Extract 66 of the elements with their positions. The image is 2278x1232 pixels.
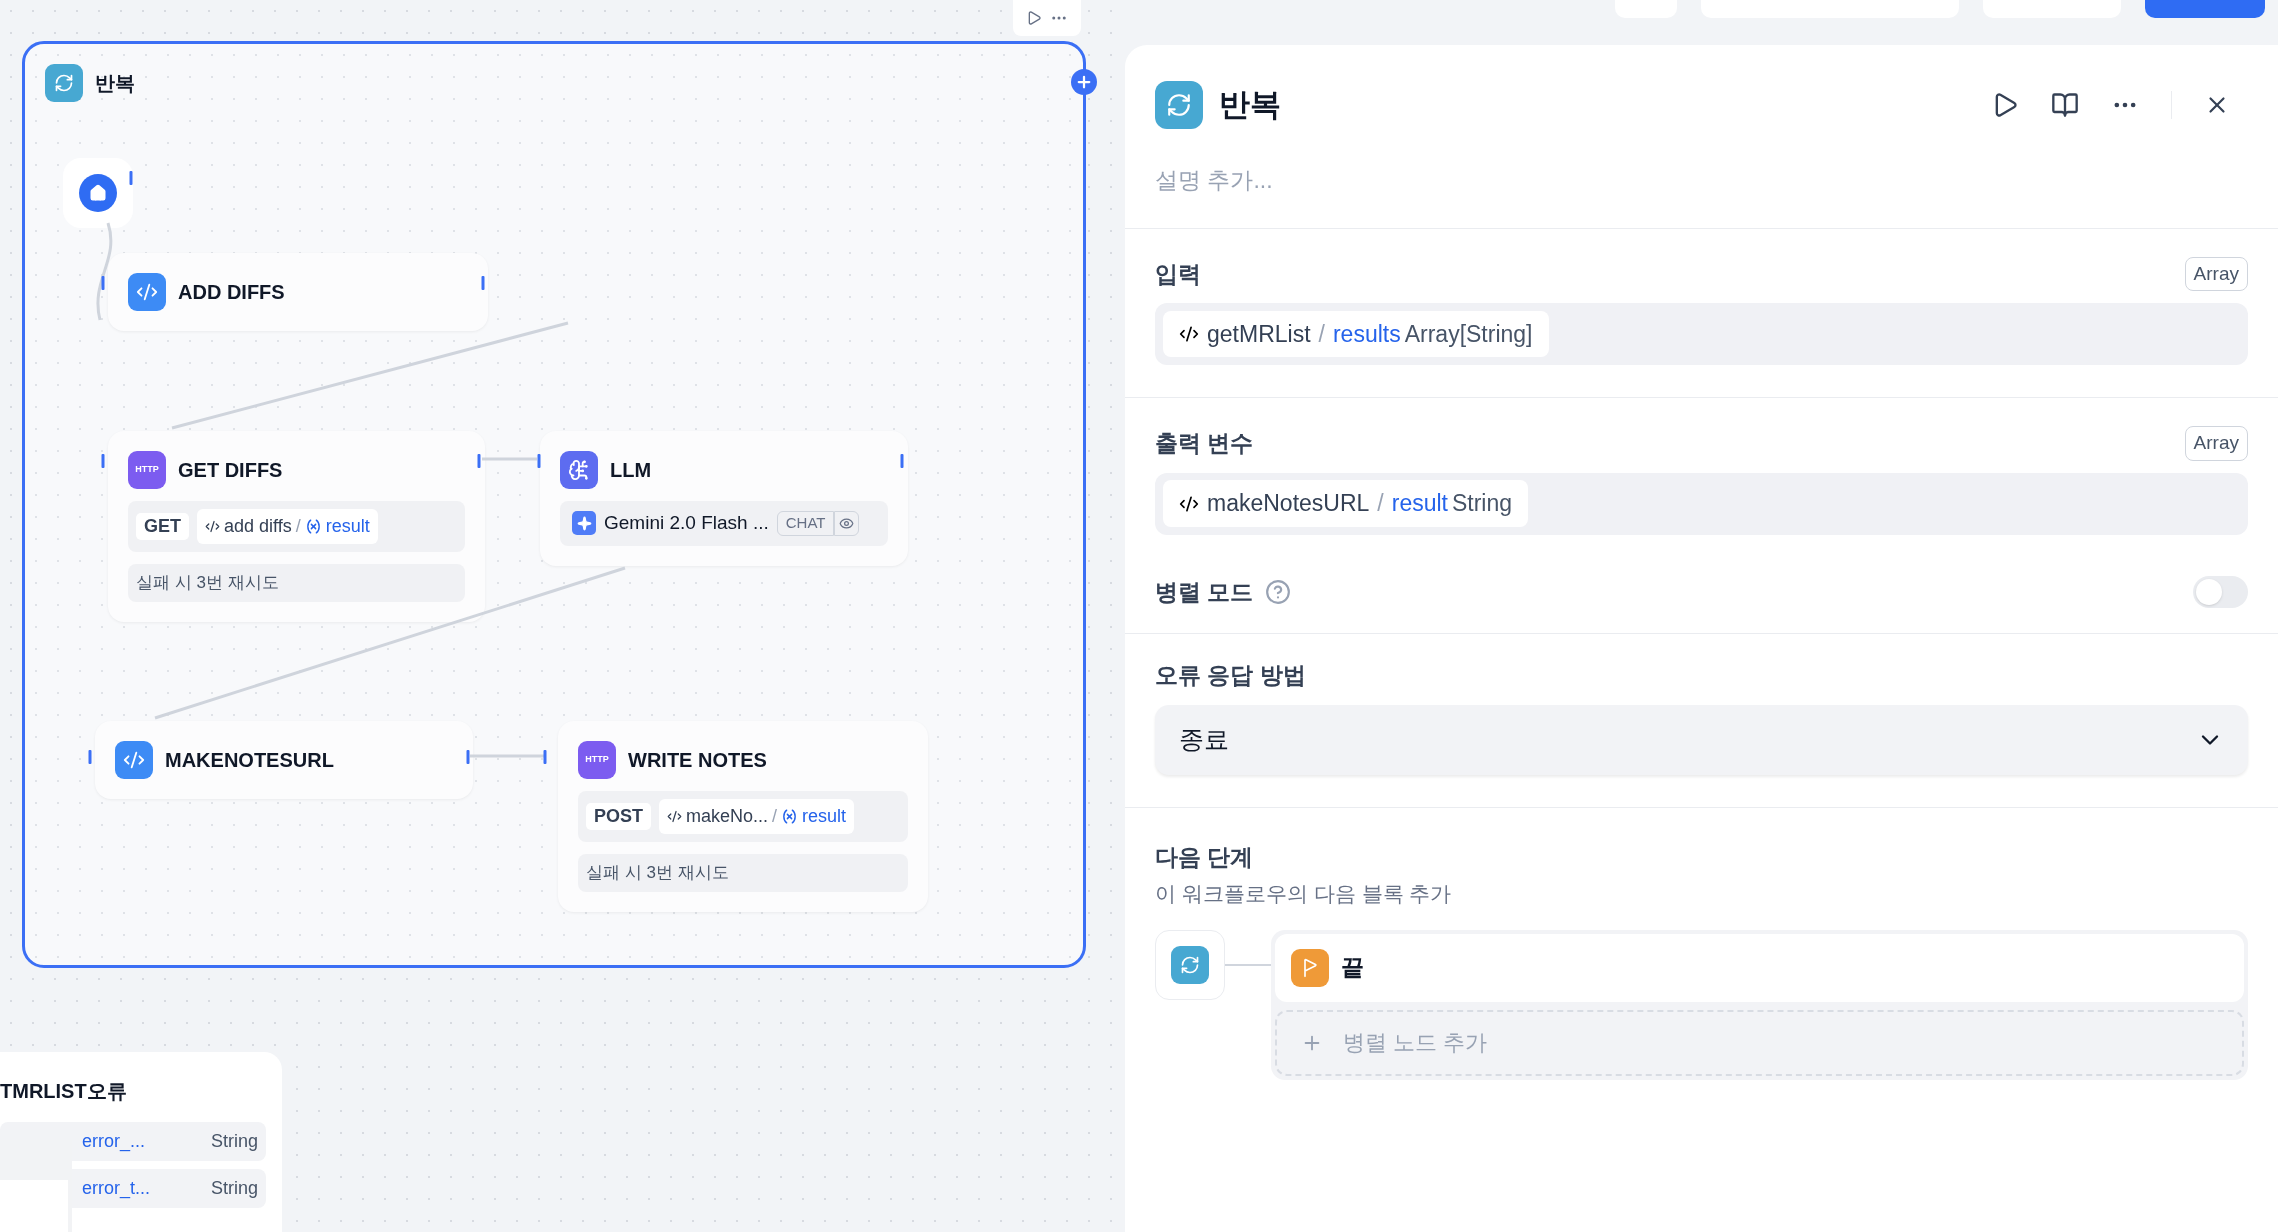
loop-icon	[1171, 945, 1209, 984]
section-subtitle: 이 워크플로우의 다음 블록 추가	[1155, 881, 1453, 907]
help-icon[interactable]	[1265, 578, 1292, 605]
book-icon[interactable]	[2051, 91, 2079, 119]
variable-icon	[781, 808, 799, 825]
add-handle-icon[interactable]	[1071, 69, 1097, 95]
code-icon	[667, 809, 682, 824]
type-tag: Array	[2184, 426, 2248, 461]
workflow-node[interactable]: LLM Gemini 2.0 Flash ... CHAT	[540, 431, 908, 566]
select-field[interactable]: 종료	[1155, 704, 2248, 775]
code-icon	[128, 273, 166, 311]
toggle-switch[interactable]	[2193, 575, 2248, 608]
workflow-node[interactable]: ADD DIFFS	[108, 253, 488, 331]
output-type: String	[210, 1130, 258, 1153]
node-title: WRITE NOTES	[628, 748, 767, 773]
play-icon[interactable]	[1026, 10, 1042, 26]
panel-title: 반복	[1219, 85, 1281, 124]
section-label: 출력 변수	[1155, 429, 1254, 458]
variable-chip: makeNotesURL / result String	[1163, 480, 1529, 527]
flag-icon	[1291, 948, 1329, 987]
model-name: Gemini 2.0 Flash ...	[604, 511, 769, 535]
home-icon	[79, 174, 117, 212]
loop-icon	[45, 64, 83, 102]
section-label: 오류 응답 방법	[1155, 662, 1306, 688]
node-title: ADD DIFFS	[178, 280, 285, 305]
code-icon	[1179, 324, 1199, 344]
section-label: 병렬 모드	[1155, 577, 1254, 607]
variable-icon	[304, 518, 322, 535]
node-title: MAKENOTESURL	[165, 748, 334, 773]
loop-container[interactable]: 반복 ADD DIFFS HTTP GET DIFFS GET add diffs / result 실패 시 3번 재시도 LLM Gemini 2.0 Flash ... CHAT MAKENOTESURL HTTP WRITE NOTES POST makeNo... / result 실패 시 3번 재시도	[22, 41, 1086, 968]
connector-line	[482, 457, 537, 461]
loop-title: 반복	[95, 71, 135, 96]
section-label: 다음 단계	[1155, 842, 1255, 872]
code-icon	[115, 741, 153, 779]
node-title: GET DIFFS	[178, 458, 283, 483]
workflow-node[interactable]: HTTP WRITE NOTES POST makeNo... / result 실패 시 3번 재시도	[558, 721, 928, 912]
output-name: error_t...	[82, 1177, 151, 1201]
eye-icon	[834, 510, 860, 536]
section-label: 입력	[1155, 259, 1201, 289]
variable-field[interactable]: getMRList / results Array[String]	[1155, 303, 2248, 365]
code-icon	[205, 519, 220, 534]
toolbar-button[interactable]	[2145, 0, 2265, 18]
http-icon: HTTP	[578, 741, 616, 779]
loop-icon	[1155, 81, 1203, 129]
http-method: POST	[586, 803, 651, 830]
brain-icon	[560, 451, 598, 489]
retry-note: 실패 시 3번 재시도	[578, 854, 908, 892]
start-node[interactable]	[63, 158, 133, 228]
http-method: GET	[136, 513, 189, 540]
mode-tag: CHAT	[776, 511, 835, 536]
output-name: error_...	[82, 1130, 146, 1154]
http-icon: HTTP	[128, 451, 166, 489]
next-node[interactable]: 끝	[1275, 933, 2244, 1002]
output-type: String	[210, 1177, 258, 1200]
workflow-node[interactable]: MAKENOTESURL	[95, 721, 473, 799]
retry-note: 실패 시 3번 재시도	[128, 564, 465, 602]
type-tag: Array	[2184, 256, 2248, 291]
description-field[interactable]: 설명 추가...	[1155, 163, 2248, 198]
variable-chip: makeNo... / result	[659, 799, 855, 834]
workflow-node[interactable]: HTTP GET DIFFS GET add diffs / result 실패 시 3번 재시도	[108, 431, 485, 622]
variable-chip: add diffs / result	[197, 509, 378, 544]
variable-chip: getMRList / results Array[String]	[1163, 310, 1549, 358]
node-title: LLM	[610, 458, 652, 483]
variable-field[interactable]: makeNotesURL / result String	[1155, 472, 2248, 535]
sparkle-icon	[572, 511, 596, 536]
node-title: TMRLIST오류	[0, 1080, 127, 1102]
